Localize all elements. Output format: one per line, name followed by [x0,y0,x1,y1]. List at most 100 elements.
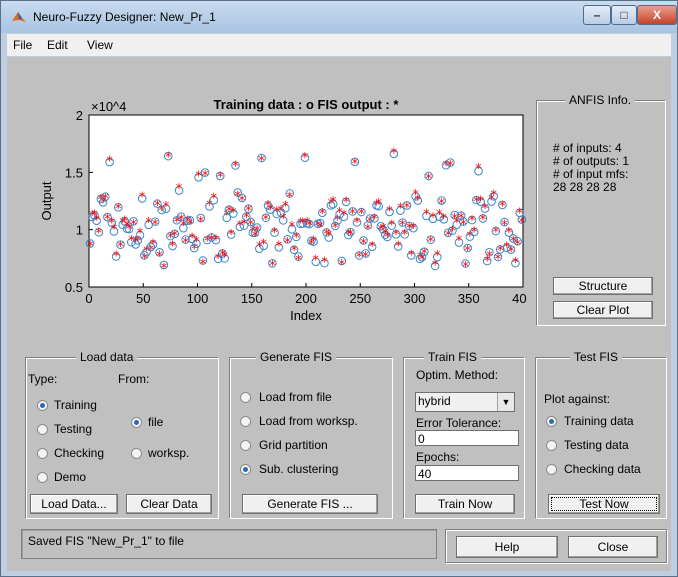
x-tick-label: 300 [404,291,426,306]
close-button[interactable]: Close [568,536,658,558]
num-input-mfs-label: # of input mfs: [553,167,629,181]
radio-load-from-worksp[interactable] [240,416,251,427]
generate-fis-button[interactable]: Generate FIS ... [242,494,378,514]
fis-output-point: * [425,172,432,187]
fis-output-point: * [295,253,302,268]
fis-output-point: * [456,234,463,249]
fis-output-point: * [202,169,209,184]
footer-panel: Help Close [445,529,667,563]
fis-output-point: * [475,162,482,177]
fis-output-point: * [152,218,159,233]
test-fis-panel: Test FIS Plot against: Training data Tes… [535,350,666,518]
radio-sub-clustering[interactable] [240,464,251,475]
fis-output-point: * [514,238,521,253]
fis-output-point: * [499,199,506,214]
y-tick-label: 0.5 [65,280,83,295]
status-message: Saved FIS "New_Pr_1" to file [21,529,437,559]
maximize-button[interactable]: □ [611,5,637,25]
fis-output-point: * [486,250,493,265]
fis-output-point: * [245,204,252,219]
radio-file[interactable] [131,417,142,428]
menu-file[interactable]: File [13,38,32,52]
clear-data-button[interactable]: Clear Data [126,494,212,514]
fis-output-point: * [232,160,239,175]
anfis-info-title: ANFIS Info. [565,93,636,107]
fis-output-point: * [447,159,454,174]
fis-output-point: * [193,235,200,250]
fis-output-point: * [462,260,469,275]
radio-load-from-file[interactable] [240,392,251,403]
x-tick-label: 100 [187,291,209,306]
label-test-training: Training data [564,414,634,428]
optim-method-select[interactable]: hybrid ▼ [415,392,515,412]
radio-grid-partition[interactable] [240,440,251,451]
label-worksp: worksp. [148,446,190,460]
help-button[interactable]: Help [456,536,558,558]
num-outputs: # of outputs: 1 [553,154,630,168]
fis-output-point: * [519,216,526,231]
radio-checking[interactable] [37,448,48,459]
fis-output-point: * [217,171,224,186]
train-now-button[interactable]: Train Now [415,494,515,514]
test-now-button[interactable]: Test Now [548,494,660,514]
label-load-from-worksp: Load from worksp. [259,414,358,428]
x-tick-label: 50 [136,291,150,306]
menu-bar: File Edit View [7,34,671,56]
fis-output-point: * [410,221,417,236]
fis-output-point: * [369,240,376,255]
num-input-mfs-values: 28 28 28 28 [553,180,617,194]
fis-output-point: * [438,197,445,212]
fis-output-point: * [415,194,422,209]
fis-output-point: * [87,239,94,254]
x-tick-label: 400 [512,291,527,306]
fis-output-point: * [171,229,178,244]
fis-output-point: * [358,207,365,222]
fis-output-point: * [375,197,382,212]
radio-test-checking[interactable] [546,464,557,475]
chevron-down-icon[interactable]: ▼ [497,393,514,411]
x-tick-label: 150 [241,291,263,306]
fis-output-point: * [258,154,265,169]
x-tick-label: 350 [458,291,480,306]
label-checking: Checking [54,446,105,460]
fis-output-point: * [211,191,218,206]
radio-training[interactable] [37,400,48,411]
menu-edit[interactable]: Edit [47,38,68,52]
generate-fis-title: Generate FIS [256,350,337,364]
label-grid-partition: Grid partition [259,438,328,452]
radio-test-training[interactable] [546,416,557,427]
title-bar[interactable]: Neuro-Fuzzy Designer: New_Pr_1 – □ X [1,1,677,33]
fis-output-point: * [319,207,326,222]
error-tolerance-label: Error Tolerance: [416,416,502,430]
fis-output-point: * [161,261,168,276]
fis-output-point: * [391,147,398,162]
epochs-input[interactable]: 40 [415,465,519,481]
fis-output-point: * [471,226,478,241]
fis-output-point: * [434,249,441,264]
clear-plot-button[interactable]: Clear Plot [553,301,653,319]
load-data-button[interactable]: Load Data... [30,494,118,514]
fis-output-point: * [221,250,228,265]
generate-fis-panel: Generate FIS Load from file Load from wo… [229,350,392,518]
label-test-testing: Testing data [564,438,629,452]
radio-test-testing[interactable] [546,440,557,451]
structure-button[interactable]: Structure [553,277,653,295]
close-window-button[interactable]: X [637,5,677,25]
plot-against-label: Plot against: [544,392,611,406]
error-tolerance-input[interactable]: 0 [415,430,519,446]
radio-testing[interactable] [37,424,48,435]
fis-output-point: * [276,239,283,254]
radio-demo[interactable] [37,472,48,483]
fis-output-point: * [286,190,293,205]
radio-worksp[interactable] [131,448,142,459]
fis-output-point: * [321,255,328,270]
menu-view[interactable]: View [87,38,113,52]
optim-method-label: Optim. Method: [416,368,499,382]
fis-output-point: * [228,228,235,243]
matlab-icon [12,12,26,22]
fis-output-point: * [198,215,205,230]
train-fis-panel: Train FIS Optim. Method: hybrid ▼ Error … [403,350,524,518]
minimize-button[interactable]: – [583,5,611,25]
fis-output-point: * [341,208,348,223]
load-data-panel: Load data Type: From: Training Testing C… [25,350,218,518]
